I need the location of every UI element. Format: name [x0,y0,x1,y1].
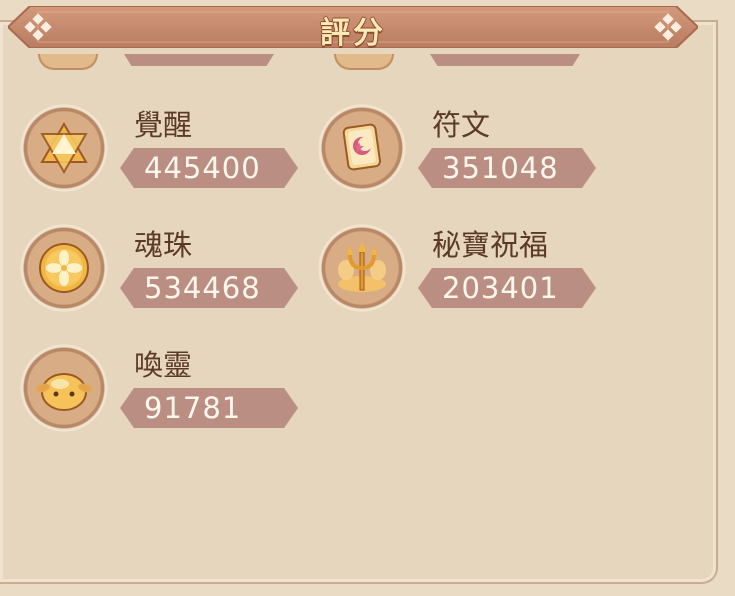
score-item-soul-orb[interactable]: 魂珠 534468 [20,224,320,314]
value-bar: 351048 [418,148,596,188]
soul-orb-icon [20,224,108,312]
item-label: 魂珠 [134,228,193,262]
value-bar: 445400 [120,148,298,188]
item-label: 喚靈 [134,348,193,382]
score-item-summon-spirit[interactable]: 喚靈 91781 [20,344,320,434]
item-label: 符文 [432,108,491,142]
item-value: 91781 [144,391,242,425]
item-value: 445400 [144,151,261,185]
rune-tablet-icon [318,104,406,192]
score-item-treasure-blessing[interactable]: 秘寶祝福 203401 [318,224,618,314]
title-banner: 評分 [8,6,698,51]
score-item-awakening[interactable]: 覺醒 445400 [20,104,320,194]
value-bar: 91781 [120,388,298,428]
item-value: 203401 [442,271,559,305]
value-bar: 203401 [418,268,596,308]
score-item-rune[interactable]: 符文 351048 [318,104,618,194]
item-value: 351048 [442,151,559,185]
trident-icon [318,224,406,312]
item-value: 534468 [144,271,261,305]
hexagram-icon [20,104,108,192]
value-bar: 534468 [120,268,298,308]
item-label: 覺醒 [134,108,193,142]
item-label: 秘寶祝福 [432,228,549,262]
spirit-creature-icon [20,344,108,432]
page-title: 評分 [320,16,386,51]
